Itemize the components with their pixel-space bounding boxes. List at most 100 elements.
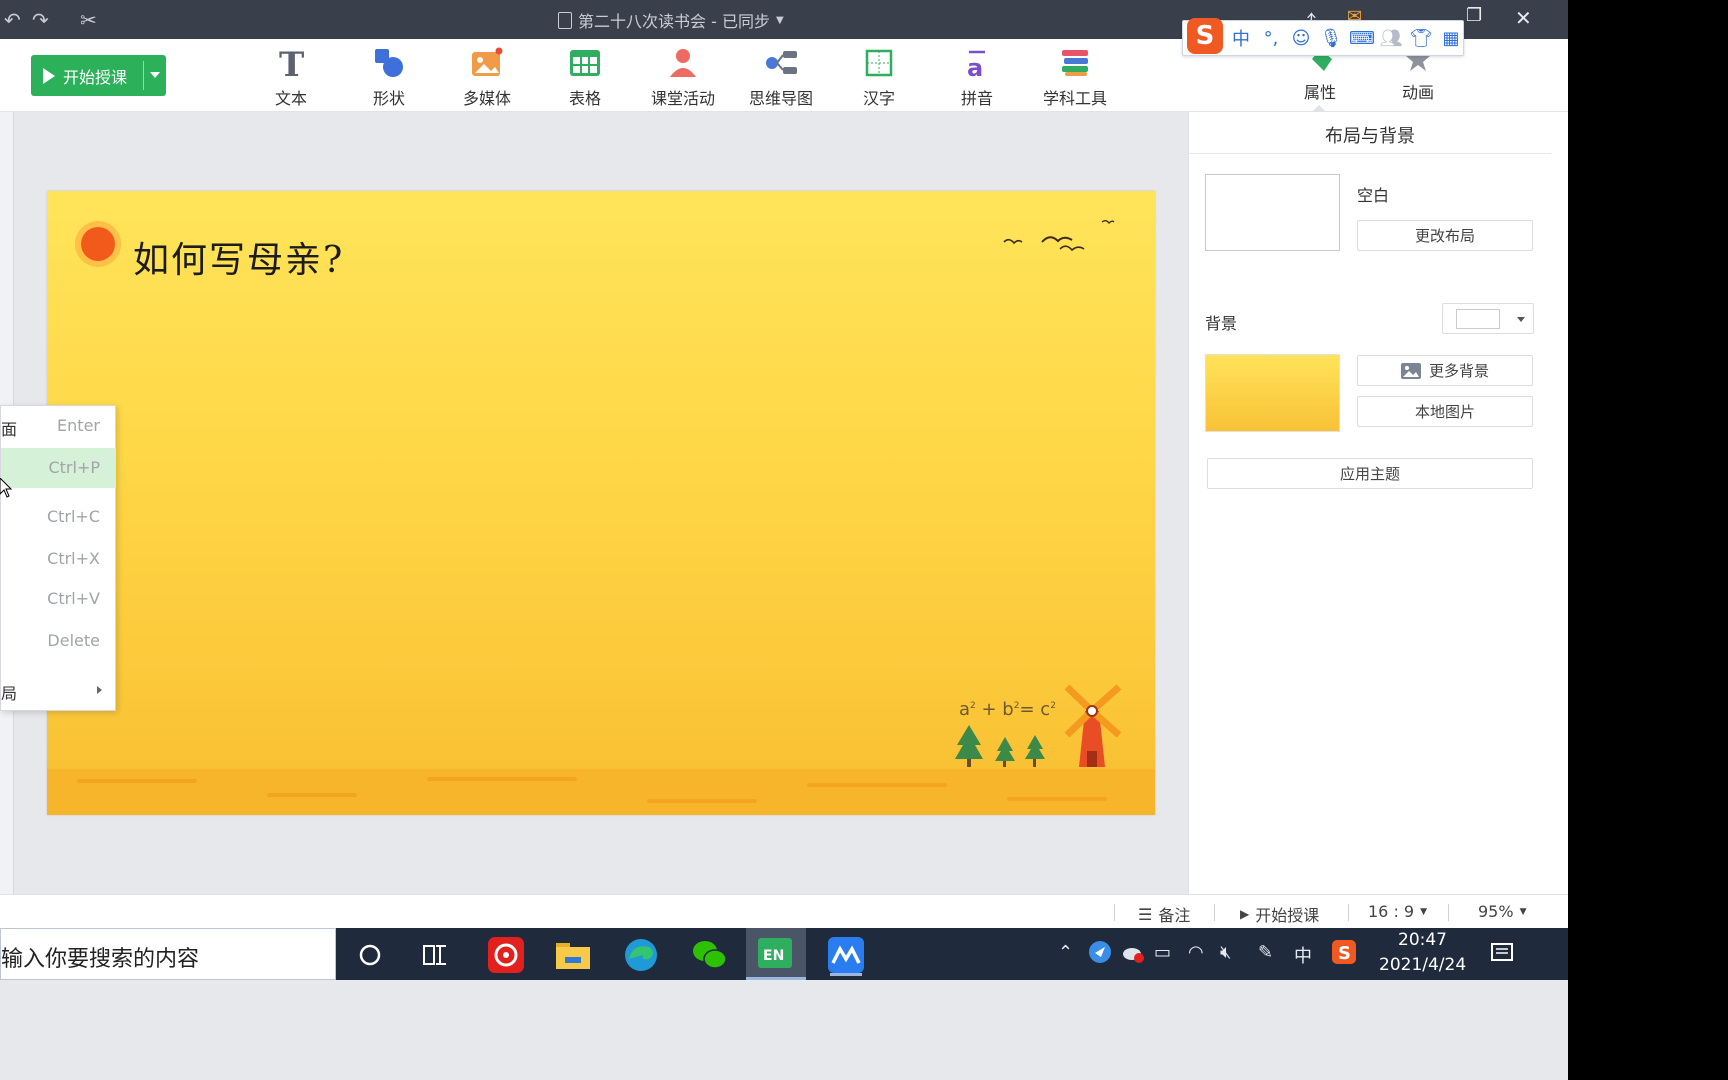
menu-shortcut: Delete (47, 631, 100, 650)
menu-item-delete[interactable]: Delete (1, 623, 116, 659)
tool-class-activity[interactable]: 课堂活动 (638, 47, 728, 109)
chevron-down-icon: ▼ (1420, 906, 1428, 917)
more-backgrounds-label: 更多背景 (1428, 362, 1489, 380)
wifi-icon[interactable]: ◠ (1188, 942, 1204, 963)
taskbar-app-wechat[interactable] (685, 934, 733, 976)
sogou-tray-icon[interactable]: S (1332, 940, 1356, 964)
tool-label: 课堂活动 (650, 89, 715, 108)
slide-title[interactable]: 如何写母亲? (133, 231, 344, 283)
menu-item-new-page[interactable]: 面 Enter (1, 408, 116, 444)
start-class-button[interactable]: 开始授课 (31, 55, 166, 96)
menu-item-layout[interactable]: 局 (1, 672, 116, 708)
toolbox-icon[interactable]: ▦ (1439, 28, 1463, 49)
local-image-button[interactable]: 本地图片 (1357, 396, 1533, 427)
change-layout-button[interactable]: 更改布局 (1357, 220, 1533, 251)
menu-item-ctrl-p[interactable]: Ctrl+P (1, 448, 116, 488)
tool-hanzi[interactable]: 汉字 (834, 47, 924, 109)
tool-label: 形状 (372, 89, 405, 108)
text-icon: T (275, 47, 307, 79)
wechat-icon (693, 941, 727, 969)
taskbar-search-input[interactable]: 输入你要搜索的内容 (0, 928, 336, 980)
ground-decoration (47, 769, 1155, 815)
tool-subject-tools[interactable]: 学科工具 (1030, 47, 1120, 109)
task-view-button[interactable] (411, 934, 459, 976)
slide-canvas[interactable]: 如何写母亲? a2 + b2= c2 (47, 191, 1155, 815)
aspect-ratio-value: 16 : 9 (1368, 902, 1415, 921)
status-divider (1348, 904, 1349, 921)
formula-decoration: a2 + b2= c2 (959, 699, 1056, 720)
redo-icon[interactable]: ↷ (32, 8, 49, 32)
clock-time[interactable]: 20:47 (1398, 930, 1447, 950)
change-layout-label: 更改布局 (1414, 227, 1475, 245)
apply-theme-button[interactable]: 应用主题 (1207, 458, 1533, 489)
meeting-icon (828, 937, 864, 973)
formula-exp: 2 (1050, 701, 1056, 711)
taskbar-app-netease-music[interactable] (482, 934, 530, 976)
input-language[interactable]: 中 (1294, 942, 1312, 968)
ime-punctuation[interactable]: °, (1259, 28, 1283, 49)
tool-table[interactable]: 表格 (540, 47, 630, 109)
clock-date[interactable]: 2021/4/24 (1379, 955, 1466, 975)
notes-button[interactable]: ☰ 备注 (1138, 902, 1190, 926)
screen-border (1568, 0, 1728, 1080)
taskbar-app-explorer[interactable] (549, 934, 597, 976)
layout-thumbnail[interactable] (1205, 174, 1340, 251)
volume-muted-icon[interactable]: 🔇︎ (1220, 942, 1231, 963)
taskbar-app-edge[interactable] (617, 934, 665, 976)
tool-label: 汉字 (862, 89, 895, 108)
background-color-select[interactable] (1442, 303, 1534, 334)
color-swatch (1456, 309, 1500, 329)
start-class-status-button[interactable]: ▶ 开始授课 (1240, 902, 1319, 926)
tool-label: 文本 (274, 89, 307, 108)
zoom-value: 95% (1478, 902, 1514, 921)
restore-icon[interactable]: ❐ (1466, 5, 1482, 26)
tool-mindmap[interactable]: 思维导图 (736, 47, 826, 109)
tool-pinyin[interactable]: a 拼音 (932, 47, 1022, 109)
formula-c: c (1040, 699, 1051, 720)
tab-label: 属性 (1303, 83, 1336, 102)
ime-mode[interactable]: 中 (1229, 25, 1253, 51)
notification-icon[interactable] (1490, 941, 1514, 965)
tool-label: 学科工具 (1042, 89, 1107, 108)
play-icon: ▶ (1240, 907, 1250, 921)
menu-item-paste[interactable]: Ctrl+V (1, 581, 116, 617)
sogou-logo-icon[interactable]: S (1187, 18, 1223, 54)
layout-name: 空白 (1357, 186, 1390, 205)
taskbar-app-tencent-meeting[interactable] (822, 934, 870, 976)
close-icon[interactable]: ✕ (1515, 6, 1532, 30)
formula-eq: = (1019, 699, 1041, 720)
svg-text:EN: EN (763, 948, 784, 964)
status-divider (1448, 904, 1449, 921)
menu-item-cut[interactable]: Ctrl+X (1, 541, 116, 577)
aspect-ratio-select[interactable]: 16 : 9 ▼ (1368, 902, 1427, 921)
subject-tools-icon (1059, 47, 1091, 79)
task-view-icon (423, 945, 446, 965)
menu-item-copy[interactable]: Ctrl+C (1, 499, 116, 535)
cloud-error-icon[interactable] (1121, 942, 1145, 964)
feishu-tray-icon[interactable] (1088, 940, 1112, 964)
battery-icon[interactable]: ▭ (1154, 942, 1171, 963)
chevron-up-icon[interactable]: ⌃ (1058, 942, 1073, 963)
notes-icon: ☰ (1138, 904, 1153, 924)
skin-icon[interactable]: 👕︎ (1409, 28, 1433, 49)
emoji-icon[interactable]: ☺ (1289, 28, 1313, 49)
background-thumbnail[interactable] (1205, 354, 1340, 432)
taskbar-app-easinote[interactable]: EN (746, 928, 806, 980)
pen-icon[interactable]: ✎ (1258, 942, 1273, 963)
tool-shape[interactable]: 形状 (344, 47, 434, 109)
formula-b: b (1002, 699, 1014, 720)
cut-icon[interactable]: ✂ (80, 8, 97, 32)
tool-media[interactable]: 多媒体 (442, 47, 532, 109)
cortana-button[interactable] (346, 934, 394, 976)
document-title[interactable]: 第二十八次读书会 - 已同步 ▼ (558, 8, 784, 32)
user-icon[interactable]: 👥︎ (1379, 28, 1403, 49)
undo-icon[interactable]: ↶ (4, 8, 21, 32)
zoom-select[interactable]: 95% ▼ (1478, 902, 1526, 921)
chevron-down-icon[interactable] (150, 72, 160, 78)
keyboard-icon[interactable]: ⌨ (1349, 28, 1375, 49)
menu-shortcut: Ctrl+P (48, 458, 100, 477)
microphone-icon[interactable]: 🎙︎ (1319, 28, 1343, 49)
image-icon (1400, 362, 1421, 379)
tool-text[interactable]: T 文本 (246, 47, 336, 109)
more-backgrounds-button[interactable]: 更多背景 (1357, 355, 1533, 386)
